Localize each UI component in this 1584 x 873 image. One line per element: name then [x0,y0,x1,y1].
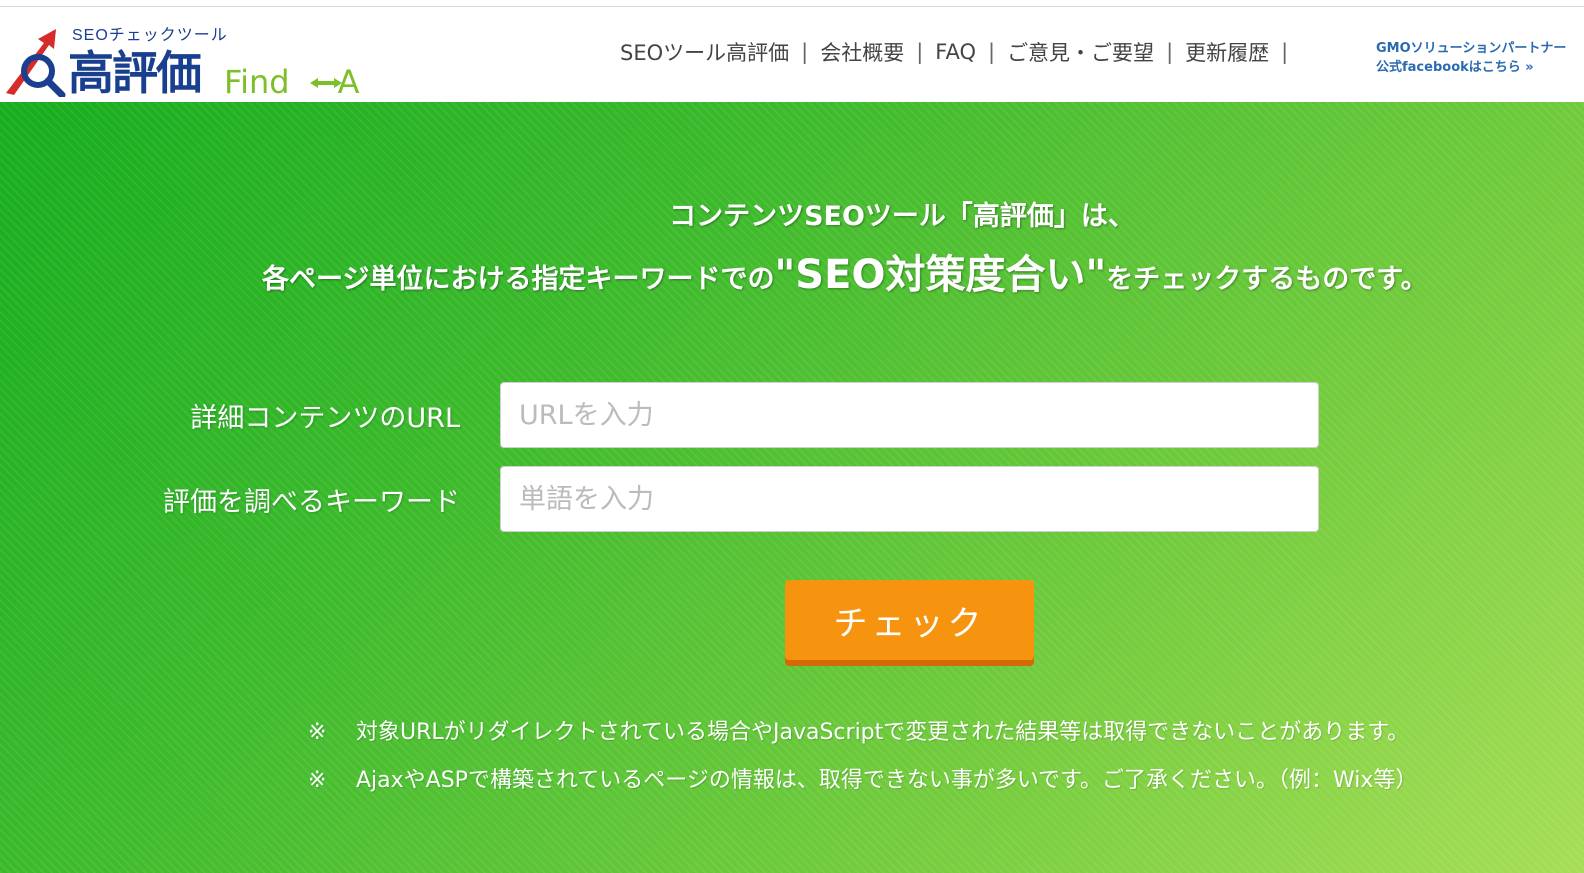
keyword-input[interactable] [500,466,1319,532]
logo-find-word: Find [224,63,290,101]
gmo-facebook-link[interactable]: GMOソリューションパートナー 公式facebookはこちら » [1376,39,1584,77]
hero-headline-line2: 各ページ単位における指定キーワードでの"SEO対策度合い"をチェックするものです… [262,242,1428,300]
nav-separator: | [1166,40,1174,64]
nav-seo-tool[interactable]: SEOツール高評価 [620,37,789,67]
hero-headline-line1: コンテンツSEOツール「高評価」は、 [669,201,1135,232]
nav-changelog[interactable]: 更新履歴 [1185,37,1269,67]
check-button[interactable]: チェック [785,580,1034,660]
nav-separator: | [916,40,924,64]
nav-faq[interactable]: FAQ [935,40,976,64]
note-ajax: ※ AjaxやASPで構築されているページの情報は、取得できない事が多いです。ご了… [308,762,1417,794]
magnifier-arrow-icon [6,29,66,97]
url-label: 詳細コンテンツのURL [190,403,460,434]
note-mark: ※ [308,720,327,745]
keyword-label: 評価を調べるキーワード [163,487,460,518]
logo-title: 高評価 [68,46,202,100]
site-logo[interactable]: SEOチェックツール 高評価 Find A [0,17,380,101]
url-input[interactable] [500,382,1319,448]
nav-separator: | [1281,40,1289,64]
note-redirect: ※ 対象URLがリダイレクトされている場合やJavaScriptで変更された結果等… [308,714,1409,746]
nav-company[interactable]: 会社概要 [820,37,904,67]
gmo-partner-text: GMOソリューションパートナー [1376,41,1567,56]
note-text: 対象URLがリダイレクトされている場合やJavaScriptで変更された結果等は… [356,720,1410,745]
note-text: AjaxやASPで構築されているページの情報は、取得できない事が多いです。ご了承… [356,768,1418,793]
main-nav: SEOツール高評価 | 会社概要 | FAQ | ご意見・ご要望 | 更新履歴 … [620,37,1300,67]
facebook-link-text: 公式facebookはこちら » [1376,60,1534,75]
headline-post: をチェックするものです。 [1106,264,1428,295]
nav-separator: | [801,40,809,64]
headline-emphasis: "SEO対策度合い" [774,252,1107,298]
site-header: SEOチェックツール 高評価 Find A SEOツール高評価 | 会社概要 | … [0,7,1584,102]
note-mark: ※ [308,768,327,793]
nav-separator: | [987,40,996,64]
hero-section: コンテンツSEOツール「高評価」は、 各ページ単位における指定キーワードでの"S… [0,102,1584,873]
nav-feedback[interactable]: ご意見・ご要望 [1007,37,1154,67]
headline-pre: 各ページ単位における指定キーワードでの [262,264,775,295]
double-arrow-icon [310,78,342,88]
top-border [0,0,1584,7]
